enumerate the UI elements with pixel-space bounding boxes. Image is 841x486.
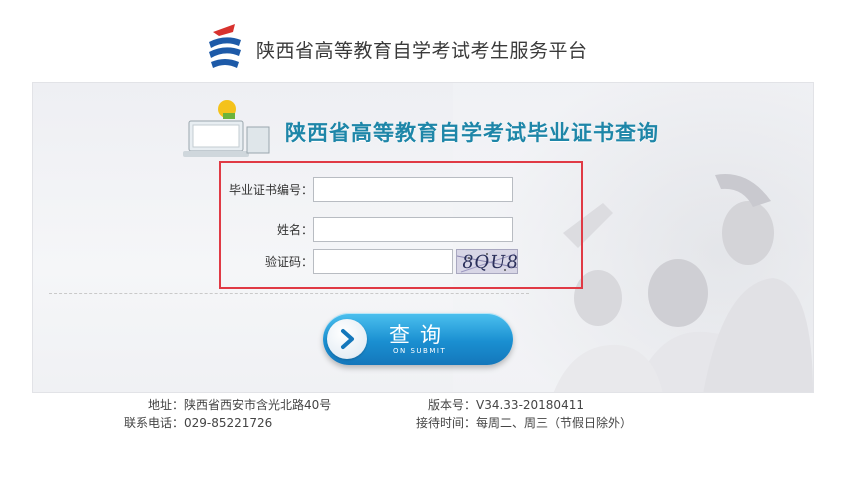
submit-sub-label: ON SUBMIT xyxy=(393,347,447,355)
page-header: 陕西省高等教育自学考试考生服务平台 xyxy=(0,0,841,80)
panel-title: 陕西省高等教育自学考试毕业证书查询 xyxy=(285,121,659,145)
captcha-row: 验证码： 8QU8 xyxy=(221,249,581,275)
footer-phone: 联系电话：029-85221726 xyxy=(124,416,273,430)
name-row: 姓名： xyxy=(221,217,581,243)
footer-version: 版本号：V34.33-20180411 xyxy=(428,398,584,412)
site-title: 陕西省高等教育自学考试考生服务平台 xyxy=(256,40,588,62)
name-label: 姓名： xyxy=(276,223,313,237)
name-input[interactable] xyxy=(313,217,513,242)
certificate-row: 毕业证书编号： xyxy=(221,177,581,203)
computer-illustration-icon xyxy=(183,100,270,157)
exam-logo-icon xyxy=(209,24,241,68)
captcha-label: 验证码： xyxy=(264,255,313,269)
query-submit-button[interactable]: 查询 ON SUBMIT xyxy=(323,313,513,365)
submit-label: 查询 xyxy=(389,323,451,347)
query-panel: 陕西省高等教育自学考试毕业证书查询 毕业证书编号： 姓名： 验证码： 8QU8 xyxy=(32,82,814,393)
divider xyxy=(49,293,529,294)
submit-knob xyxy=(327,319,367,359)
captcha-text: 8QU8 xyxy=(460,252,518,273)
chevron-right-icon xyxy=(341,329,354,349)
footer-address: 地址：陕西省西安市含光北路40号 xyxy=(148,398,332,412)
certificate-number-input[interactable] xyxy=(313,177,513,202)
footer-hours: 接待时间：每周二、周三（节假日除外） xyxy=(416,416,633,430)
captcha-image[interactable]: 8QU8 xyxy=(456,249,518,274)
captcha-input[interactable] xyxy=(313,249,453,274)
certificate-label: 毕业证书编号： xyxy=(228,183,313,197)
query-form: 毕业证书编号： 姓名： 验证码： 8QU8 xyxy=(219,161,583,289)
